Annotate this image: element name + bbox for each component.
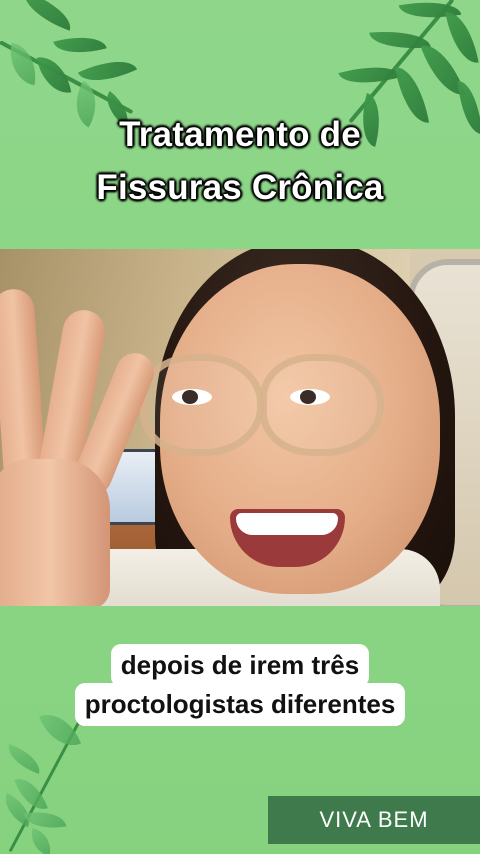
title-line-2: Fissuras Crônica	[96, 168, 384, 207]
caption-line-1: depois de irem três	[110, 644, 370, 687]
person-teeth	[236, 513, 338, 535]
hand-palm	[0, 459, 110, 606]
caption: depois de irem três proctologistas difer…	[0, 644, 480, 726]
caption-line-2: proctologistas diferentes	[74, 683, 406, 726]
caption-row: proctologistas diferentes	[0, 683, 480, 726]
video-player[interactable]	[0, 249, 480, 606]
story-frame: Tratamento de Fissuras Crônica depois de…	[0, 0, 480, 854]
peace-sign-hand	[0, 287, 160, 606]
glasses-lens-left	[140, 354, 264, 456]
brand-badge: VIVA BEM	[268, 796, 480, 844]
glasses-lens-right	[260, 354, 384, 456]
video-title: Tratamento de Fissuras Crônica	[0, 108, 480, 214]
title-line-1: Tratamento de	[119, 115, 361, 154]
caption-row: depois de irem três	[0, 644, 480, 687]
brand-label: VIVA BEM	[319, 807, 429, 832]
